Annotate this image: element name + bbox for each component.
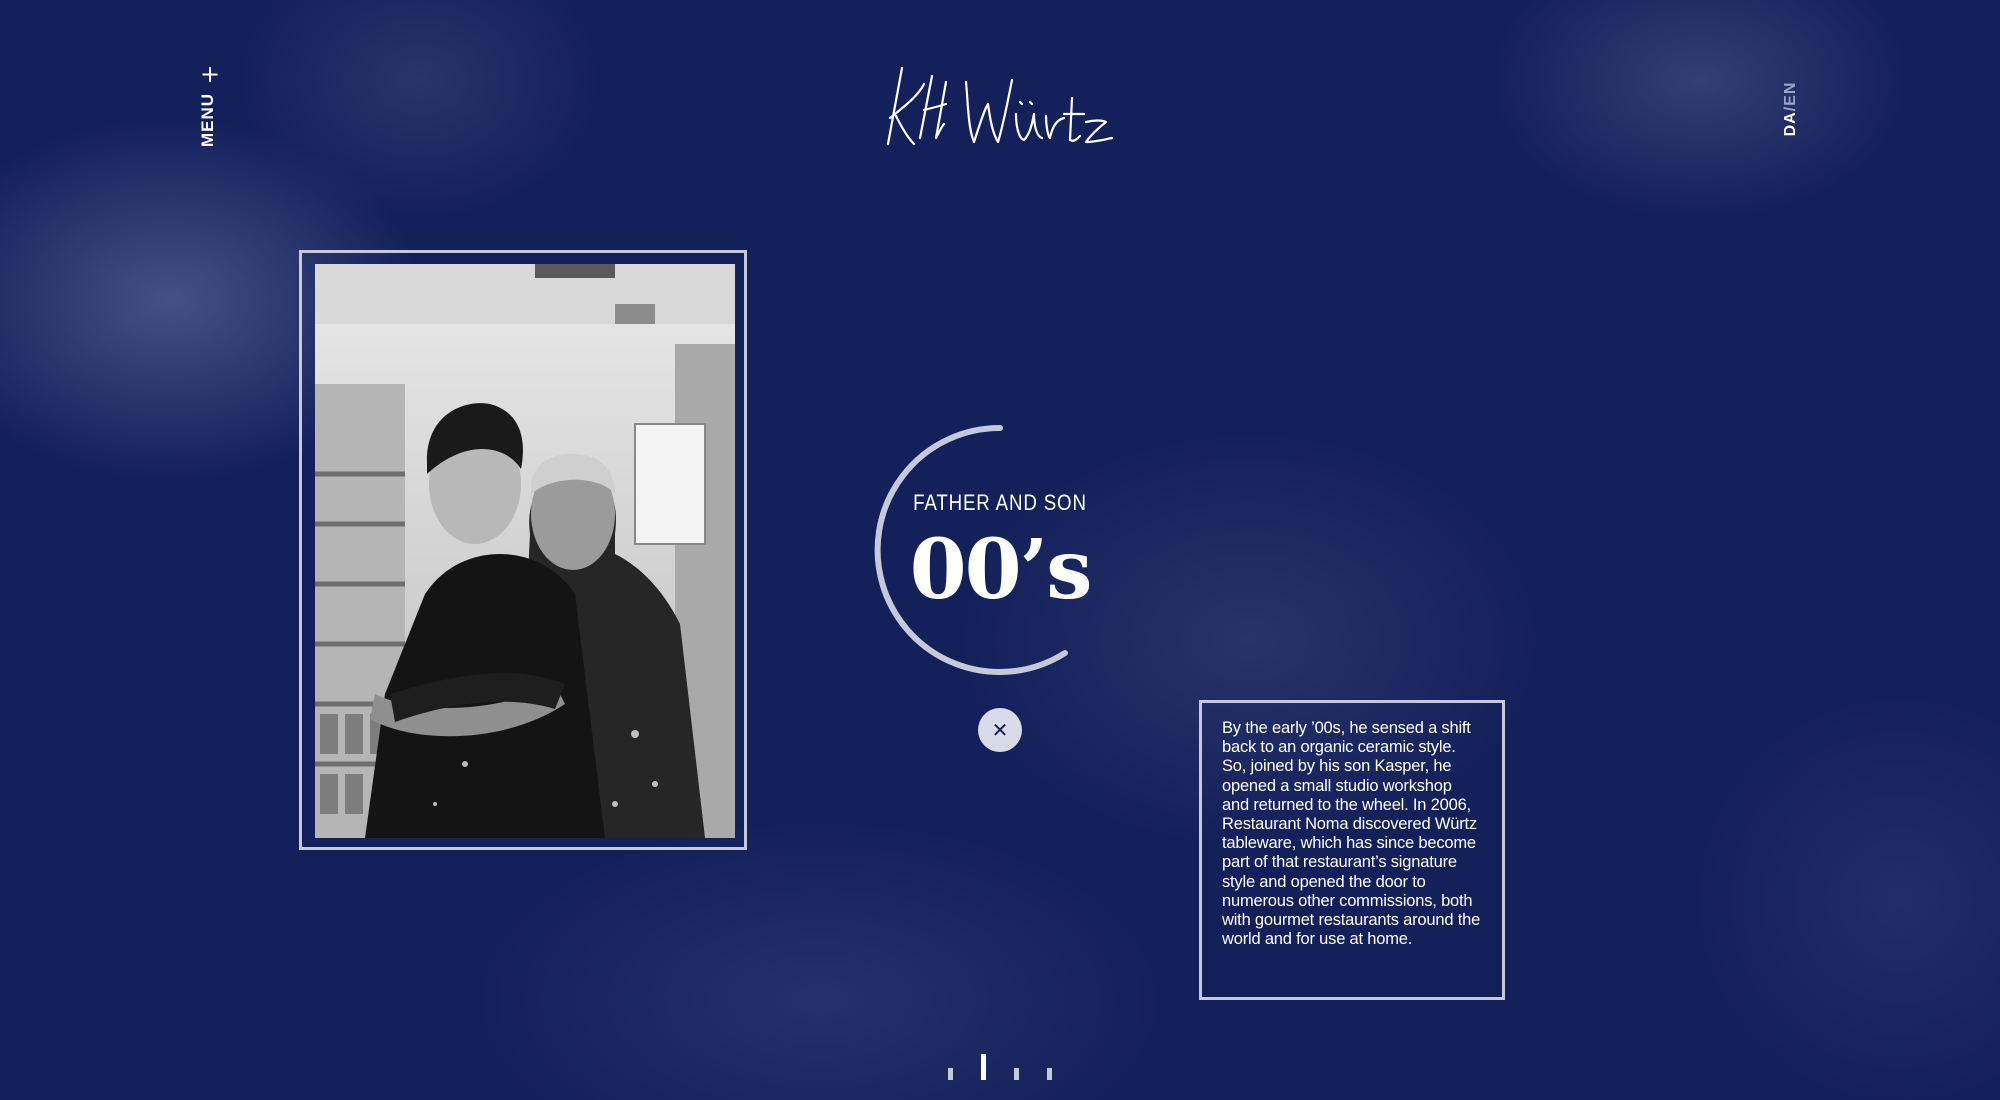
close-button[interactable]: ✕ xyxy=(978,708,1022,752)
pager-dot-2-active[interactable] xyxy=(981,1054,986,1080)
menu-label: MENU xyxy=(198,92,217,148)
close-icon: ✕ xyxy=(991,718,1009,742)
father-and-son-photo xyxy=(315,264,735,838)
kh-wurtz-logo[interactable] xyxy=(880,58,1120,158)
lang-separator: / xyxy=(1782,105,1799,112)
pager-dot-1[interactable] xyxy=(948,1068,953,1080)
slide-pager xyxy=(940,1050,1060,1080)
lang-da[interactable]: DA xyxy=(1782,111,1799,136)
menu-toggle[interactable]: + MENU xyxy=(196,62,222,147)
lang-en[interactable]: EN xyxy=(1782,82,1799,106)
era-subtitle: FATHER AND SON xyxy=(913,490,1087,515)
story-text-box: By the early ’00s, he sensed a shift bac… xyxy=(1199,700,1505,1000)
language-switcher[interactable]: DA/EN xyxy=(1766,80,1816,140)
era-title: 00’s xyxy=(909,522,1093,618)
pager-dot-4[interactable] xyxy=(1047,1068,1052,1080)
pager-dot-3[interactable] xyxy=(1014,1068,1019,1080)
story-text: By the early ’00s, he sensed a shift bac… xyxy=(1222,719,1481,949)
language-options: DA/EN xyxy=(1782,74,1800,144)
